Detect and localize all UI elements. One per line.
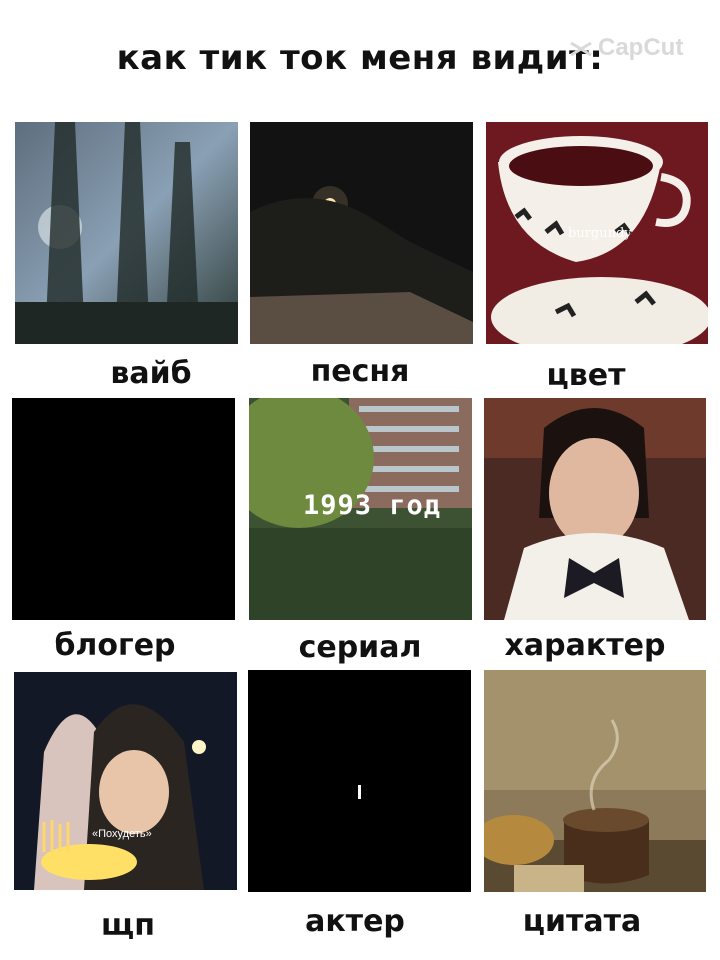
tile-series-image[interactable]: 1993 год <box>249 398 472 620</box>
capcut-watermark: CapCut <box>568 34 683 62</box>
tile-crush-overlay: «Похудеть» <box>92 828 152 840</box>
night-street-image <box>250 122 473 344</box>
capcut-logo-icon <box>570 41 592 56</box>
tile-blogger-image[interactable] <box>12 398 235 620</box>
tile-character-label: характер <box>504 628 666 663</box>
tile-character-image[interactable] <box>484 398 706 620</box>
tile-series-label: сериал <box>298 630 422 665</box>
tile-crush-image[interactable]: «Похудеть» <box>14 672 237 890</box>
tile-song-image[interactable] <box>250 122 473 344</box>
steaming-mug-image <box>484 670 706 892</box>
birthday-photo-image <box>14 672 237 890</box>
tile-actor-image[interactable] <box>248 670 471 892</box>
watermark-text: CapCut <box>598 34 684 61</box>
tile-blogger-label: блогер <box>54 628 176 663</box>
tile-song-label: песня <box>310 354 410 389</box>
tile-vibe-label: вайб <box>110 356 192 391</box>
tile-color-label: цвет <box>546 358 626 393</box>
tile-color-image[interactable]: burgundy <box>486 122 708 344</box>
tile-quote-image[interactable] <box>484 670 706 892</box>
tile-crush-label: щп <box>101 908 155 943</box>
tile-actor-label: актер <box>305 904 405 939</box>
tile-quote-label: цитата <box>522 904 642 939</box>
woman-portrait-image <box>484 398 706 620</box>
tile-series-overlay: 1993 год <box>303 490 442 521</box>
tile-vibe-image[interactable] <box>15 122 238 344</box>
tile-color-overlay: burgundy <box>568 226 632 241</box>
forest-image <box>15 122 238 344</box>
cursor-mark <box>358 785 361 799</box>
